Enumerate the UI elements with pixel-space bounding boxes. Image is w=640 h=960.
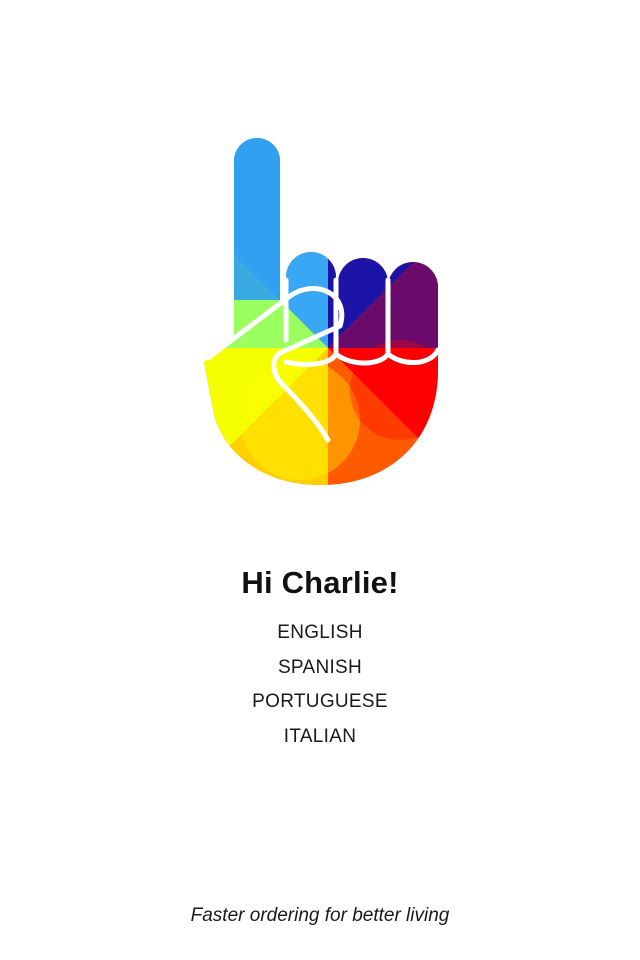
pointing-hand-icon [204,138,441,485]
language-option-portuguese[interactable]: PORTUGUESE [0,685,640,720]
language-option-english[interactable]: ENGLISH [0,616,640,651]
footer-tagline: Faster ordering for better living [190,905,450,926]
language-option-italian[interactable]: ITALIAN [0,720,640,755]
language-option-spanish[interactable]: SPANISH [0,651,640,686]
language-list: ENGLISH SPANISH PORTUGUESE ITALIAN [0,616,640,754]
welcome-screen: Hi Charlie! ENGLISH SPANISH PORTUGUESE I… [0,0,640,960]
greeting-title: Hi Charlie! [241,565,399,600]
